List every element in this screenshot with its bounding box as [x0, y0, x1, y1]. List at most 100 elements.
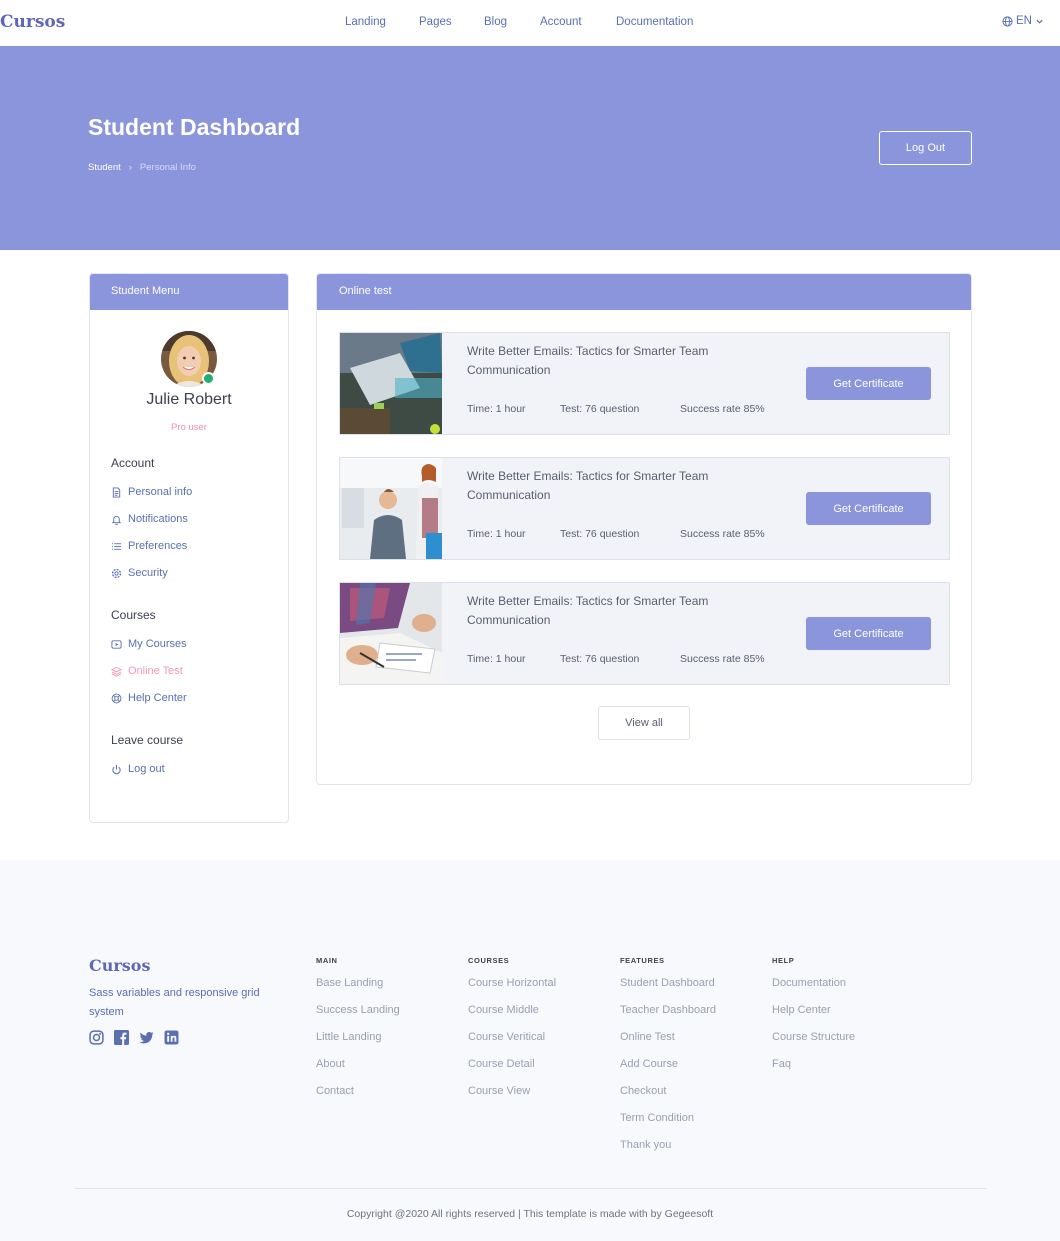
footer-description: Sass variables and responsive grid syste… — [89, 987, 260, 1018]
course-time: Time: 1 hour — [467, 653, 526, 665]
footer-link[interactable]: Checkout — [620, 1078, 716, 1105]
footer-link[interactable]: Contact — [316, 1078, 400, 1105]
breadcrumb-current: Personal Info — [139, 162, 196, 173]
video-icon — [111, 639, 122, 649]
menu-item-label: Security — [128, 567, 168, 579]
get-certificate-button[interactable]: Get Certificate — [806, 617, 931, 650]
online-status-indicator — [202, 372, 215, 385]
student-menu-header: Student Menu — [90, 274, 288, 310]
menu-item-online-test[interactable]: Online Test — [111, 665, 183, 677]
footer-link[interactable]: Online Test — [620, 1024, 716, 1051]
footer-link[interactable]: Course View — [468, 1078, 556, 1105]
language-selector[interactable]: EN — [1002, 15, 1044, 27]
footer-link[interactable]: Little Landing — [316, 1024, 400, 1051]
menu-item-label: Online Test — [128, 665, 183, 677]
footer-link[interactable]: Course Structure — [772, 1024, 855, 1051]
course-thumbnail — [340, 333, 442, 434]
footer-link[interactable]: Thank you — [620, 1132, 716, 1159]
list-icon — [111, 542, 122, 550]
layers-icon — [111, 666, 122, 677]
get-certificate-button[interactable]: Get Certificate — [806, 367, 931, 400]
menu-item-label: Preferences — [128, 540, 188, 552]
footer-link[interactable]: Course Veritical — [468, 1024, 556, 1051]
menu-item-label: Personal info — [128, 486, 193, 498]
footer-divider — [75, 1188, 987, 1189]
footer-link[interactable]: Documentation — [772, 970, 855, 997]
language-label: EN — [1016, 15, 1032, 27]
menu-item-label: Help Center — [128, 692, 187, 704]
power-icon — [112, 764, 121, 774]
menu-item-label: Notifications — [128, 513, 188, 525]
footer-link[interactable]: Course Middle — [468, 997, 556, 1024]
menu-item-label: My Courses — [128, 638, 187, 650]
footer-link[interactable]: About — [316, 1051, 400, 1078]
course-thumbnail — [340, 583, 442, 684]
twitter-icon[interactable] — [139, 1030, 154, 1045]
course-thumbnail — [340, 458, 442, 559]
footer-link[interactable]: Course Detail — [468, 1051, 556, 1078]
menu-item-notifications[interactable]: Notifications — [111, 513, 188, 525]
online-test-header: Online test — [317, 274, 971, 310]
gear-icon — [111, 568, 122, 578]
hero-banner: Student Dashboard Student › Personal Inf… — [0, 46, 1060, 250]
footer-link[interactable]: Success Landing — [316, 997, 400, 1024]
course-test-count: Test: 76 question — [560, 528, 640, 540]
user-name: Julie Robert — [146, 391, 232, 408]
footer-link[interactable]: Course Horizontal — [468, 970, 556, 997]
nav-link-account[interactable]: Account — [540, 16, 582, 28]
course-title: Write Better Emails: Tactics for Smarter… — [467, 344, 709, 377]
footer-column-main: MAIN Base Landing Success Landing Little… — [316, 956, 400, 1105]
course-title: Write Better Emails: Tactics for Smarter… — [467, 469, 709, 502]
footer-link[interactable]: Faq — [772, 1051, 855, 1078]
instagram-icon[interactable] — [89, 1030, 104, 1045]
course-item: Write Better Emails: Tactics for Smarter… — [339, 332, 950, 435]
footer-link[interactable]: Teacher Dashboard — [620, 997, 716, 1024]
facebook-icon[interactable] — [114, 1030, 129, 1045]
nav-link-pages[interactable]: Pages — [419, 16, 452, 28]
footer-link[interactable]: Term Condition — [620, 1105, 716, 1132]
student-menu-card: Student Menu Julie Robert Pro user Accou… — [89, 273, 289, 823]
menu-item-security[interactable]: Security — [111, 567, 168, 579]
footer-link[interactable]: Help Center — [772, 997, 855, 1024]
course-success-rate: Success rate 85% — [680, 653, 765, 665]
top-navbar: Cursos Landing Pages Blog Account Docume… — [0, 0, 1060, 46]
menu-item-help-center[interactable]: Help Center — [111, 692, 187, 704]
course-success-rate: Success rate 85% — [680, 403, 765, 415]
breadcrumb-student[interactable]: Student — [88, 162, 121, 173]
course-test-count: Test: 76 question — [560, 403, 640, 415]
course-title: Write Better Emails: Tactics for Smarter… — [467, 594, 709, 627]
section-title-leave-course: Leave course — [111, 733, 184, 747]
nav-link-blog[interactable]: Blog — [484, 16, 507, 28]
logout-button[interactable]: Log Out — [879, 131, 972, 165]
section-title-courses: Courses — [111, 608, 156, 622]
course-test-count: Test: 76 question — [560, 653, 640, 665]
linkedin-icon[interactable] — [164, 1030, 179, 1045]
nav-link-documentation[interactable]: Documentation — [616, 16, 693, 28]
nav-link-landing[interactable]: Landing — [345, 16, 386, 28]
footer-brand[interactable]: Cursos — [89, 956, 150, 975]
view-all-button[interactable]: View all — [598, 706, 690, 740]
footer-link[interactable]: Student Dashboard — [620, 970, 716, 997]
footer-column-heading: FEATURES — [620, 956, 665, 965]
page-title: Student Dashboard — [88, 114, 301, 140]
menu-item-log-out[interactable]: Log out — [111, 763, 165, 775]
online-test-card: Online test Write Better Emails: Tactics… — [316, 273, 972, 785]
footer-link[interactable]: Add Course — [620, 1051, 716, 1078]
footer-column-features: FEATURES Student Dashboard Teacher Dashb… — [620, 956, 716, 1159]
course-success-rate: Success rate 85% — [680, 528, 765, 540]
menu-item-my-courses[interactable]: My Courses — [111, 638, 187, 650]
document-icon — [112, 486, 121, 498]
bell-icon — [111, 515, 122, 525]
get-certificate-button[interactable]: Get Certificate — [806, 492, 931, 525]
chevron-down-icon — [1036, 19, 1043, 24]
copyright-text: Copyright @2020 All rights reserved | Th… — [346, 1208, 714, 1220]
course-time: Time: 1 hour — [467, 528, 526, 540]
section-title-account: Account — [111, 456, 155, 470]
breadcrumb-separator-icon: › — [128, 162, 132, 173]
menu-item-personal-info[interactable]: Personal info — [111, 486, 192, 498]
menu-item-preferences[interactable]: Preferences — [111, 540, 187, 552]
breadcrumb: Student › Personal Info — [88, 162, 196, 173]
footer-column-heading: MAIN — [316, 956, 338, 965]
user-role: Pro user — [171, 422, 207, 433]
footer-link[interactable]: Base Landing — [316, 970, 400, 997]
